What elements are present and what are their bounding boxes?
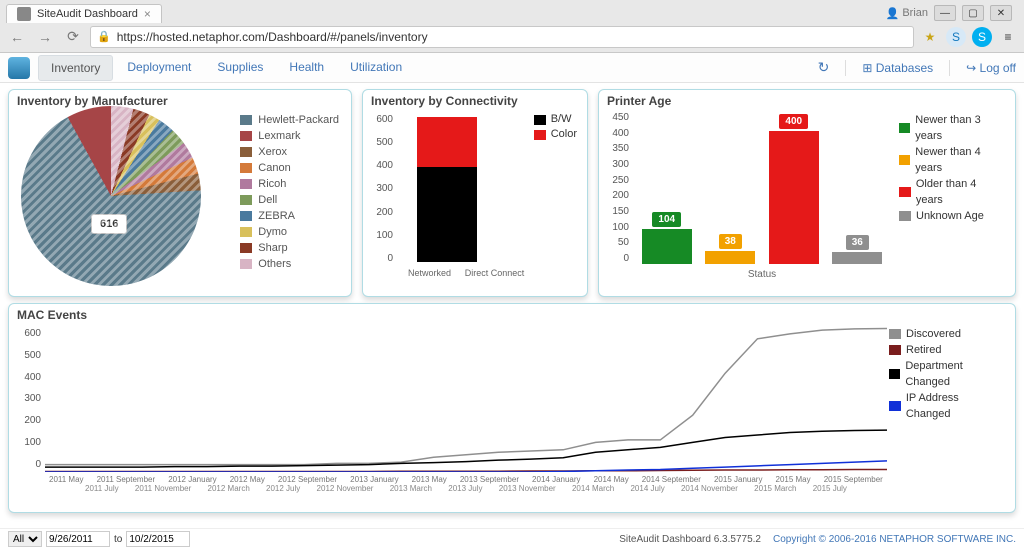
tab-utilization[interactable]: Utilization <box>338 55 414 81</box>
legend-item[interactable]: Lexmark <box>240 128 339 144</box>
menu-icon[interactable]: ≡ <box>998 27 1018 47</box>
window-minimize[interactable]: — <box>934 5 956 21</box>
legend-item[interactable]: Dell <box>240 192 339 208</box>
window-close[interactable]: ✕ <box>990 5 1012 21</box>
tab-health[interactable]: Health <box>277 55 336 81</box>
lock-icon: 🔒 <box>97 30 111 43</box>
extension-icon[interactable]: S <box>946 27 966 47</box>
legend-item[interactable]: Ricoh <box>240 176 339 192</box>
window-maximize[interactable]: ▢ <box>962 5 984 21</box>
panel-title: MAC Events <box>17 308 1007 322</box>
legend-item[interactable]: Unknown Age <box>899 208 1005 224</box>
to-label: to <box>114 534 122 545</box>
pie-callout: 616 <box>91 214 127 234</box>
bar[interactable]: 104 <box>642 212 692 264</box>
y-axis: 6005004003002001000 <box>17 328 45 470</box>
tab-deployment[interactable]: Deployment <box>115 55 203 81</box>
browser-chrome: SiteAudit Dashboard × 👤 Brian — ▢ ✕ ← → … <box>0 0 1024 53</box>
tab-supplies[interactable]: Supplies <box>205 55 275 81</box>
bar[interactable]: 36 <box>832 235 882 264</box>
browser-tab[interactable]: SiteAudit Dashboard × <box>6 4 162 23</box>
x-labels: 2011 May2011 September2012 January2012 M… <box>45 475 887 484</box>
tab-favicon <box>17 7 31 21</box>
tab-close-icon[interactable]: × <box>144 7 151 21</box>
user-badge: 👤 Brian <box>886 7 928 20</box>
panel-title: Printer Age <box>607 94 1007 108</box>
legend-item[interactable]: Retired <box>889 342 1005 358</box>
stacked-bar <box>417 117 477 262</box>
tab-inventory[interactable]: Inventory <box>38 55 113 81</box>
line-chart[interactable]: 2011 May2011 September2012 January2012 M… <box>45 324 887 504</box>
legend-item[interactable]: ZEBRA <box>240 208 339 224</box>
url-bar[interactable]: 🔒 https://hosted.netaphor.com/Dashboard/… <box>90 26 914 48</box>
legend: DiscoveredRetiredDepartment ChangedIP Ad… <box>887 324 1007 512</box>
nav-tabs: Inventory Deployment Supplies Health Uti… <box>38 55 414 81</box>
legend: Newer than 3 yearsNewer than 4 yearsOlde… <box>897 110 1007 290</box>
refresh-icon[interactable]: ↻ <box>818 59 830 76</box>
legend-item[interactable]: Canon <box>240 160 339 176</box>
databases-link[interactable]: ⊞ Databases <box>862 61 933 75</box>
panel-printer-age: Printer Age 450400350300250200150100500 … <box>598 89 1016 297</box>
legend-item[interactable]: Dymo <box>240 224 339 240</box>
legend-item[interactable]: Hewlett-Packard <box>240 112 339 128</box>
x-label: Networked <box>397 268 462 278</box>
url-text: https://hosted.netaphor.com/Dashboard/#/… <box>117 30 428 44</box>
pie-chart[interactable]: 616 <box>21 106 201 286</box>
x-labels-alt: 2011 July2011 November2012 March2012 Jul… <box>45 484 887 493</box>
panel-inventory-connectivity: Inventory by Connectivity 60050040030020… <box>362 89 588 297</box>
legend-item[interactable]: Department Changed <box>889 358 1005 390</box>
legend-item[interactable]: Color <box>534 127 577 142</box>
legend-item[interactable]: Others <box>240 256 339 272</box>
legend-item[interactable]: Newer than 3 years <box>899 112 1005 144</box>
date-from-input[interactable] <box>46 531 110 547</box>
tab-title: SiteAudit Dashboard <box>37 8 138 20</box>
copyright: Copyright © 2006-2016 NETAPHOR SOFTWARE … <box>773 534 1016 545</box>
legend-item[interactable]: IP Address Changed <box>889 390 1005 422</box>
date-to-input[interactable] <box>126 531 190 547</box>
bar-chart[interactable]: 104 38 400 36 Status <box>635 110 889 282</box>
panel-inventory-manufacturer: Inventory by Manufacturer 616 Hewlett-Pa… <box>8 89 352 297</box>
legend-item[interactable]: Sharp <box>240 240 339 256</box>
panel-mac-events: MAC Events 6005004003002001000 2011 May2… <box>8 303 1016 513</box>
legend-item[interactable]: B/W <box>534 112 577 127</box>
legend-item[interactable]: Xerox <box>240 144 339 160</box>
range-select[interactable]: All <box>8 531 42 547</box>
forward-icon[interactable]: → <box>34 26 56 48</box>
panel-title: Inventory by Connectivity <box>371 94 579 108</box>
logoff-link[interactable]: ↪ Log off <box>966 61 1016 75</box>
y-axis: 6005004003002001000 <box>371 114 397 264</box>
product-version: SiteAudit Dashboard 6.3.5775.2 <box>619 534 761 545</box>
y-axis: 450400350300250200150100500 <box>607 112 633 264</box>
x-label: Direct Connect <box>462 268 527 278</box>
x-axis-label: Status <box>635 269 889 280</box>
legend: B/WColor <box>532 110 579 288</box>
bar-color-seg <box>417 117 477 167</box>
panel-title: Inventory by Manufacturer <box>17 94 343 108</box>
app-toolbar: Inventory Deployment Supplies Health Uti… <box>0 53 1024 83</box>
legend-item[interactable]: Older than 4 years <box>899 176 1005 208</box>
back-icon[interactable]: ← <box>6 26 28 48</box>
skype-icon[interactable]: S <box>972 27 992 47</box>
pie-legend: Hewlett-PackardLexmarkXeroxCanonRicohDel… <box>236 110 343 290</box>
app-logo-icon <box>8 57 30 79</box>
bar[interactable]: 400 <box>769 114 819 264</box>
bar-bw-seg <box>417 167 477 262</box>
reload-icon[interactable]: ⟳ <box>62 26 84 48</box>
favorite-icon[interactable]: ★ <box>920 27 940 47</box>
legend-item[interactable]: Newer than 4 years <box>899 144 1005 176</box>
bar[interactable]: 38 <box>705 234 755 264</box>
bar-chart[interactable]: Networked Direct Connect <box>397 110 532 280</box>
legend-item[interactable]: Discovered <box>889 326 1005 342</box>
footer: All to SiteAudit Dashboard 6.3.5775.2 Co… <box>0 528 1024 549</box>
